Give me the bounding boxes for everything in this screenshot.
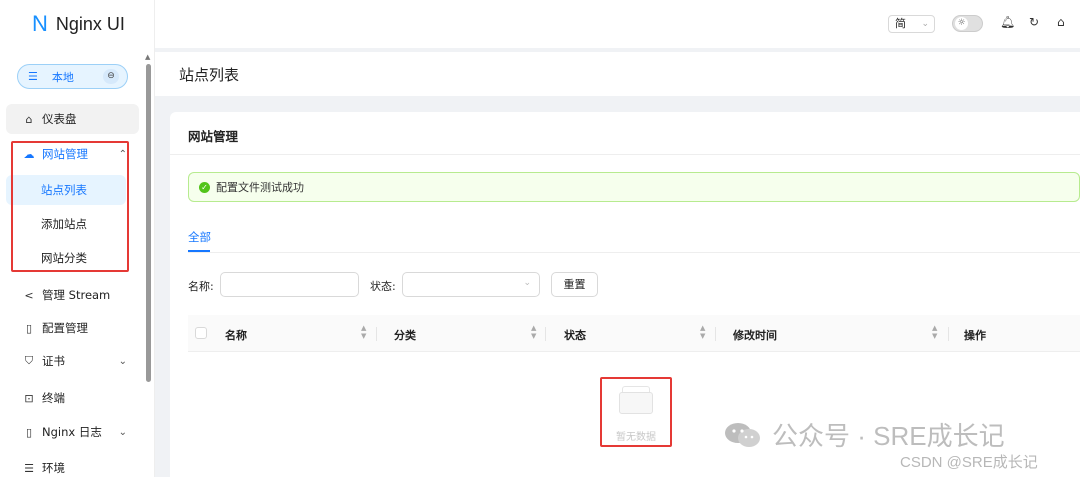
column-header-modified-time[interactable]: 修改时间 — [733, 327, 777, 343]
sidebar-item-label: 配置管理 — [42, 321, 88, 335]
bell-icon[interactable]: 🔔︎ — [1000, 15, 1015, 29]
wechat-watermark-text: 公众号 · SRE成长记 — [772, 421, 1005, 451]
chevron-down-icon: ⌄ — [118, 426, 127, 438]
home-icon[interactable]: ⌂ — [1057, 15, 1065, 29]
sidebar-scrollbar[interactable] — [146, 64, 151, 382]
sun-icon: ☼ — [955, 17, 968, 30]
chevron-down-icon: ⌄ — [921, 19, 929, 29]
environment-label: 本地 — [51, 70, 74, 84]
sidebar-item-terminal[interactable]: ⊡ 终端 — [6, 383, 139, 413]
sidebar-item-certificate[interactable]: ⛉ 证书 ⌄ — [6, 346, 139, 376]
chevron-down-icon: ⌄ — [118, 355, 127, 367]
success-alert: ✓ 配置文件测试成功 — [188, 172, 1080, 202]
highlight-box-menu — [11, 141, 129, 272]
page-title: 站点列表 — [179, 66, 240, 84]
name-filter-label: 名称: — [188, 280, 214, 293]
language-value: 简 — [895, 17, 906, 30]
share-icon: < — [24, 288, 34, 302]
file-text-icon: ▯ — [25, 425, 33, 439]
alert-message: 配置文件测试成功 — [216, 181, 304, 194]
page-header: 站点列表 — [155, 52, 1080, 96]
table-header: 名称 ▲ ▼ 分类 ▲ ▼ 状态 ▲ ▼ 修改时间 ▲ ▼ 操作 — [188, 315, 1080, 352]
home-icon: ⌂ — [25, 112, 33, 126]
file-icon: ▯ — [25, 321, 33, 335]
chevron-down-icon: ⌄ — [523, 278, 531, 288]
sidebar-item-label: 管理 Stream — [42, 288, 111, 302]
logo-icon: N — [32, 11, 48, 36]
scroll-up-arrow[interactable]: ▲ — [145, 53, 150, 61]
column-header-name[interactable]: 名称 — [225, 327, 247, 343]
language-select[interactable]: 简 ⌄ — [888, 15, 935, 33]
select-all-checkbox[interactable] — [195, 327, 207, 339]
wechat-watermark: 公众号 · SRE成长记 — [724, 416, 1005, 453]
status-filter-select[interactable]: ⌄ — [402, 272, 540, 297]
column-header-category[interactable]: 分类 — [394, 327, 416, 343]
card-title: 网站管理 — [188, 129, 239, 144]
app-logo[interactable]: N Nginx UI — [0, 0, 154, 48]
column-separator — [715, 327, 716, 341]
server-icon: ☰ — [28, 70, 38, 83]
sort-icon[interactable]: ▲ ▼ — [700, 324, 705, 340]
shield-icon: ⛉ — [24, 354, 34, 367]
terminal-icon: ⊡ — [24, 391, 34, 405]
check-circle-icon: ✓ — [199, 181, 210, 193]
wechat-icon — [725, 422, 760, 447]
app-title: Nginx UI — [55, 13, 125, 34]
name-filter-input[interactable] — [220, 272, 359, 297]
csdn-watermark: CSDN @SRE成长记 — [900, 454, 1038, 471]
sidebar-item-stream[interactable]: < 管理 Stream — [6, 280, 139, 310]
sidebar-item-nginx-log[interactable]: ▯ Nginx 日志 ⌄ — [6, 417, 139, 447]
sort-icon[interactable]: ▲ ▼ — [932, 324, 937, 340]
column-header-status[interactable]: 状态 — [564, 327, 586, 343]
status-filter-label: 状态: — [370, 280, 396, 293]
sidebar-item-label: 证书 — [42, 354, 65, 368]
sidebar: N Nginx UI ☰ 本地 ⊖ ▲ ⌂ 仪表盘 ☁ 网站管理 ⌃ 站点列表 … — [0, 0, 155, 477]
sort-icon[interactable]: ▲ ▼ — [531, 324, 536, 340]
reload-icon[interactable]: ↻ — [1029, 15, 1039, 29]
sidebar-item-dashboard[interactable]: ⌂ 仪表盘 — [6, 104, 139, 134]
switch-icon[interactable]: ⊖ — [103, 69, 119, 84]
tab-divider — [188, 252, 1080, 253]
divider — [170, 154, 1080, 155]
sidebar-item-config[interactable]: ▯ 配置管理 — [6, 313, 139, 343]
column-separator — [948, 327, 949, 341]
sidebar-item-label: 环境 — [42, 461, 65, 475]
sidebar-item-label: 仪表盘 — [42, 112, 77, 126]
sort-icon[interactable]: ▲ ▼ — [361, 324, 366, 340]
column-separator — [545, 327, 546, 341]
environment-switcher[interactable]: ☰ 本地 ⊖ — [17, 64, 128, 89]
column-header-actions: 操作 — [964, 329, 986, 342]
sidebar-item-label: 终端 — [42, 391, 65, 405]
database-icon: ☰ — [24, 461, 34, 475]
tab-all[interactable]: 全部 — [188, 229, 211, 245]
theme-toggle[interactable]: ☼ — [952, 15, 983, 32]
top-header: 简 ⌄ ☼ 🔔︎ ↻ ⌂ — [155, 0, 1080, 48]
reset-button[interactable]: 重置 — [551, 272, 598, 297]
column-separator — [376, 327, 377, 341]
highlight-box-empty — [600, 377, 672, 447]
sidebar-item-environment[interactable]: ☰ 环境 — [6, 453, 139, 477]
sidebar-item-label: Nginx 日志 — [42, 425, 102, 439]
